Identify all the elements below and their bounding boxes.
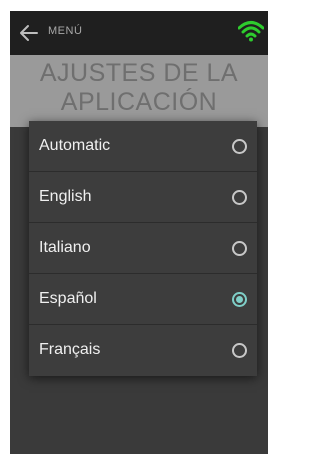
option-francais[interactable]: Français <box>29 325 257 376</box>
menu-label[interactable]: MENÚ <box>48 25 82 37</box>
option-label: English <box>39 188 92 205</box>
option-automatic[interactable]: Automatic <box>29 121 257 172</box>
radio-button-selected[interactable] <box>232 292 247 307</box>
option-espanol[interactable]: Español <box>29 274 257 325</box>
option-italiano[interactable]: Italiano <box>29 223 257 274</box>
option-label: Español <box>39 290 97 307</box>
option-label: Français <box>39 341 101 358</box>
option-label: Italiano <box>39 239 91 256</box>
option-english[interactable]: English <box>29 172 257 223</box>
radio-button[interactable] <box>232 343 247 358</box>
page-title: AJUSTES DE LA APLICACIÓN <box>10 59 268 117</box>
radio-button[interactable] <box>232 139 247 154</box>
wifi-icon <box>238 21 264 42</box>
option-label: Automatic <box>39 137 111 154</box>
page-title-line-1: AJUSTES DE LA <box>39 59 239 87</box>
language-dialog: Automatic English Italiano Español Franç… <box>29 121 257 376</box>
top-bar: MENÚ <box>10 11 268 55</box>
radio-button[interactable] <box>232 190 247 205</box>
radio-button[interactable] <box>232 241 247 256</box>
app-screen: MENÚ AJUSTES DE LA APLICACIÓN Automatic … <box>10 11 268 454</box>
page-title-line-2: APLICACIÓN <box>60 88 218 116</box>
arrow-left-icon[interactable] <box>18 22 40 44</box>
